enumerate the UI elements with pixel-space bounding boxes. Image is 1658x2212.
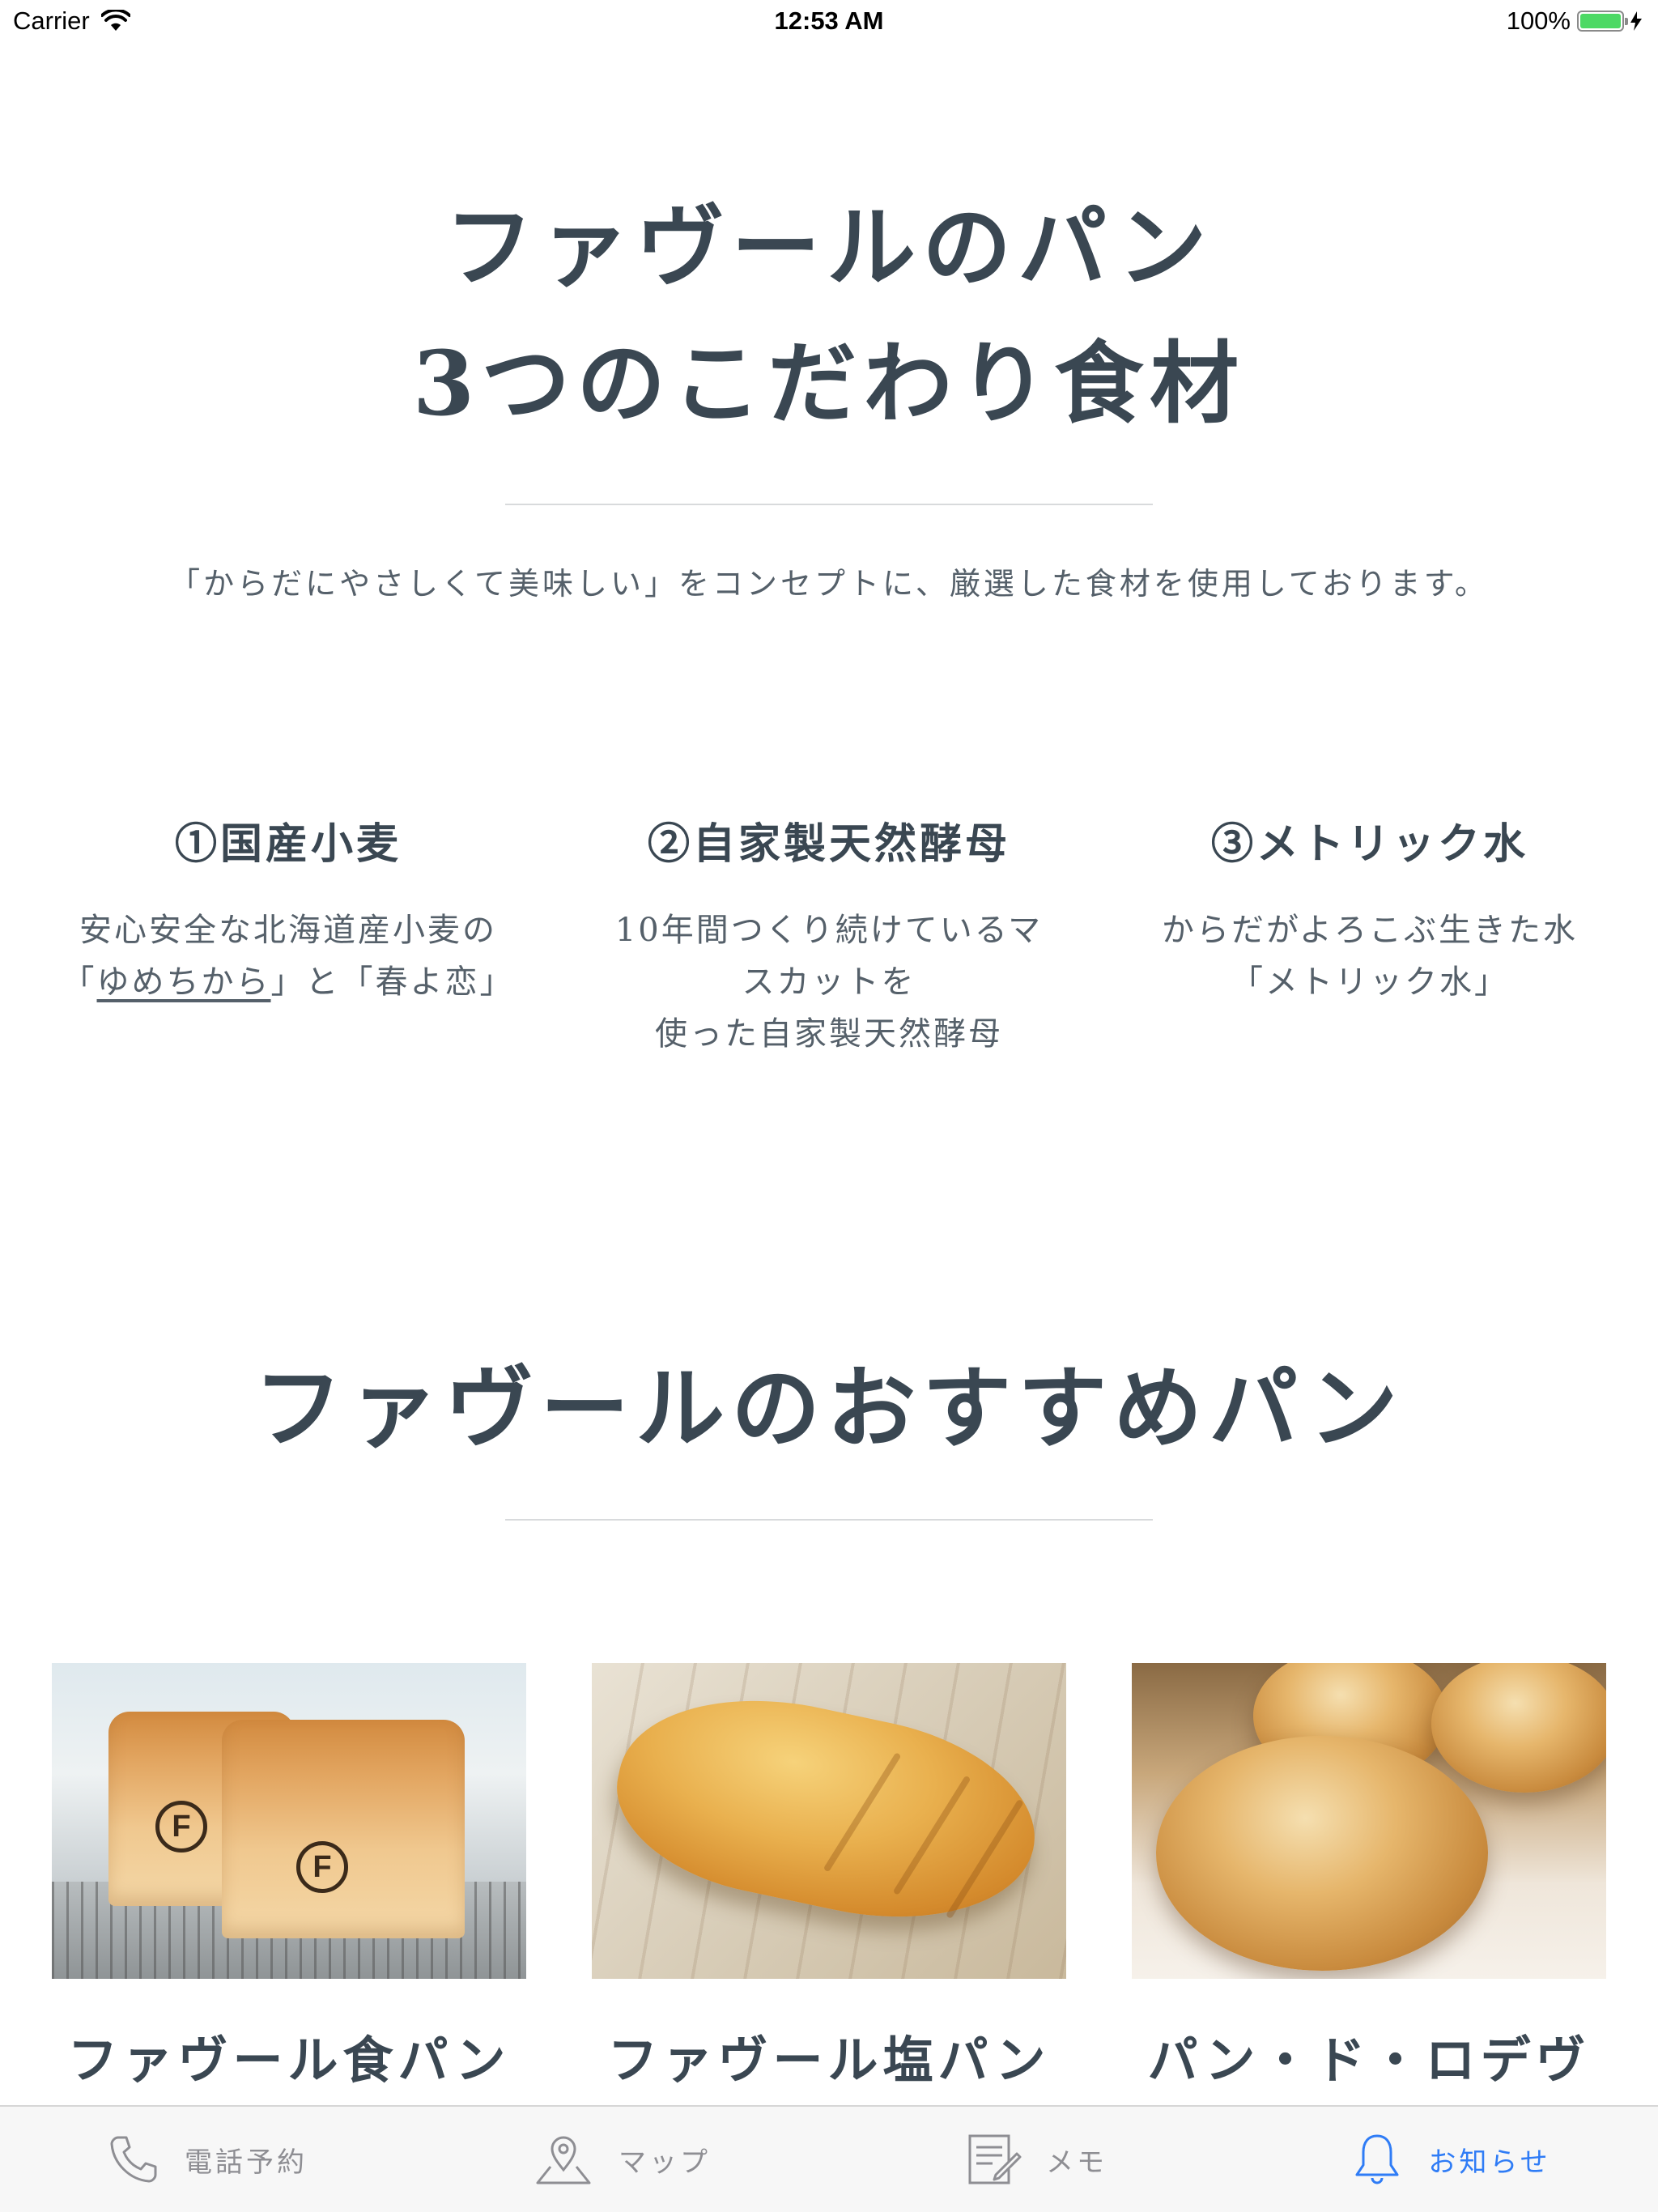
feature-desc-line: 「ゆめちから」と「春よ恋」 <box>29 956 547 1008</box>
feature-desc-line: 10年間つくり続けているマ <box>614 912 1044 949</box>
status-time: 12:53 AM <box>774 6 884 35</box>
hero-divider <box>505 504 1153 505</box>
feature-desc: からだがよろこぶ生きた水 「メトリック水」 <box>1111 904 1629 1008</box>
feature-title: ①国産小麦 <box>174 819 402 869</box>
feature-water: ③メトリック水 からだがよろこぶ生きた水 「メトリック水」 <box>1111 810 1629 1008</box>
feature-desc-rest: 」と「春よ恋」 <box>270 963 515 1001</box>
bell-icon <box>1355 2134 1399 2184</box>
tab-news[interactable]: お知らせ <box>1244 2107 1658 2212</box>
yumechikara-link[interactable]: ゆめちから <box>97 963 271 1001</box>
product-card-shokupan[interactable]: F F ファヴール食パン <box>52 1663 526 2092</box>
shokupan-photo[interactable]: F F <box>52 1663 526 1979</box>
status-bar: Carrier 12:53 AM 100% <box>0 0 1658 44</box>
tab-label: マップ <box>619 2146 711 2178</box>
tab-phone[interactable]: 電話予約 <box>0 2107 414 2212</box>
product-name[interactable]: ファヴール塩パン <box>592 2019 1066 2092</box>
pain-de-lodeve-photo[interactable] <box>1132 1663 1606 1979</box>
hero-title-line1: ファヴールのパン <box>444 195 1214 300</box>
feature-desc: 10年間つくり続けているマ スカットを 使った自家製天然酵母 <box>570 904 1088 1060</box>
roll-seam <box>892 1775 971 1895</box>
status-right: 100% <box>1507 6 1642 36</box>
tab-bar: 電話予約 マップ メモ お知らせ <box>0 2105 1658 2212</box>
recommend-title: ファヴールのおすすめパン <box>253 1356 1405 1461</box>
hero-title-line2: 3つのこだわり食材 <box>412 331 1246 436</box>
battery-fill <box>1580 14 1621 28</box>
battery-icon <box>1577 11 1628 32</box>
feature-yeast: ②自家製天然酵母 10年間つくり続けているマ スカットを 使った自家製天然酵母 <box>570 810 1088 1060</box>
feature-desc-line: スカットを <box>742 963 916 1001</box>
recommend-divider <box>505 1519 1153 1521</box>
bread-front <box>1156 1736 1488 1971</box>
feature-title: ③メトリック水 <box>1210 819 1528 869</box>
bread-back-right <box>1431 1663 1606 1793</box>
product-card-shio[interactable]: ファヴール塩パン <box>592 1663 1066 2092</box>
feature-title: ②自家製天然酵母 <box>647 819 1010 869</box>
feature-desc-line: 使った自家製天然酵母 <box>655 1015 1003 1053</box>
phone-icon <box>110 2136 157 2183</box>
tab-label: メモ <box>1046 2146 1107 2178</box>
roll-seam <box>823 1752 902 1873</box>
loaf-logo: F <box>296 1841 348 1893</box>
feature-desc-line: 安心安全な北海道産小麦の <box>79 912 497 949</box>
memo-icon <box>968 2134 1022 2184</box>
product-name[interactable]: ファヴール食パン <box>52 2019 526 2092</box>
product-name[interactable]: パン・ド・ロデヴ <box>1132 2019 1606 2092</box>
loaf-front: F <box>222 1720 465 1938</box>
map-pin-icon <box>536 2136 591 2184</box>
charging-bolt-icon <box>1630 11 1642 31</box>
tab-label: お知らせ <box>1428 2146 1551 2178</box>
hero-title: ファヴールのパン 3つのこだわり食材 <box>0 180 1658 452</box>
tab-map[interactable]: マップ <box>414 2107 829 2212</box>
feature-desc-line: 「メトリック水」 <box>1231 963 1509 1001</box>
feature-wheat: ①国産小麦 安心安全な北海道産小麦の 「ゆめちから」と「春よ恋」 <box>29 810 547 1008</box>
tab-memo[interactable]: メモ <box>829 2107 1244 2212</box>
feature-desc: 安心安全な北海道産小麦の 「ゆめちから」と「春よ恋」 <box>29 904 547 1008</box>
shio-pan-photo[interactable] <box>592 1663 1066 1979</box>
loaf-logo: F <box>155 1801 207 1853</box>
feature-desc-line: からだがよろこぶ生きた水 <box>1162 912 1578 949</box>
bracket-open: 「 <box>62 963 97 1001</box>
product-card-lodeve[interactable]: パン・ド・ロデヴ <box>1132 1663 1606 2092</box>
battery-percent: 100% <box>1506 6 1571 35</box>
tab-label: 電話予約 <box>185 2146 308 2178</box>
intro-text: 「からだにやさしくて美味しい」をコンセプトに、厳選した食材を使用しております。 <box>169 566 1489 602</box>
